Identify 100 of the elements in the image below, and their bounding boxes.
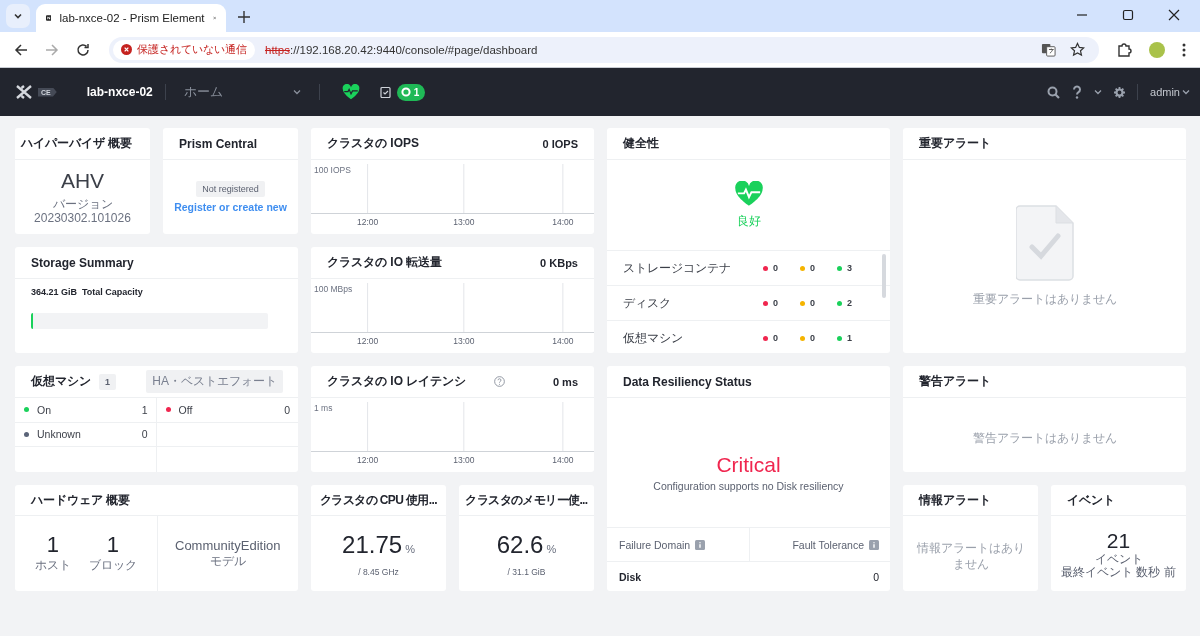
url-text: https://192.168.20.42:9440/console/#page/dashboard (265, 43, 538, 56)
user-menu[interactable]: admin (1150, 86, 1190, 98)
status-count: 3 (847, 263, 852, 273)
info-icon[interactable] (695, 539, 706, 550)
heartbeat-icon (733, 180, 764, 207)
time-label: 14:00 (552, 217, 574, 227)
usage-value: 21.75 (342, 530, 403, 559)
card-title: クラスタの IO レイテンシ (327, 373, 467, 390)
entity-name: ストレージコンテナ (623, 259, 732, 277)
extensions-icon[interactable] (1116, 41, 1132, 58)
card-title: クラスタのメモリー使... (465, 491, 588, 509)
clipboard-check-icon[interactable] (379, 86, 391, 98)
warning-icon (121, 44, 132, 55)
maximize-icon[interactable] (1122, 9, 1134, 21)
usage-total: / 8.45 GHz (358, 566, 399, 577)
info-icon[interactable] (869, 539, 879, 550)
axis-label: 100 MBps (314, 284, 353, 294)
time-label: 12:00 (356, 336, 379, 346)
event-count: 21 (1106, 528, 1131, 553)
stat-label: ブロック (88, 557, 137, 575)
browser-tab[interactable]: lab-nxce-02 - Prism Element (36, 4, 226, 32)
column-header: Fault Tolerance (792, 538, 864, 551)
star-icon[interactable] (1070, 42, 1085, 57)
axis-label: 100 IOPS (314, 165, 351, 175)
chevron-down-icon[interactable] (1094, 88, 1103, 96)
navigation-menu[interactable]: ホーム (177, 83, 307, 101)
current-value: 0 IOPS (542, 137, 578, 150)
card-title: ハイパーバイザ 概要 (21, 135, 133, 152)
card-title: 情報アラート (919, 491, 991, 509)
axis-label: 1 ms (314, 403, 333, 413)
card-title: Storage Summary (31, 255, 134, 270)
vm-count-badge: 1 (99, 373, 116, 390)
settings-icon[interactable] (1114, 86, 1126, 98)
chevron-down-icon (13, 11, 23, 21)
state-label: Unknown (37, 428, 82, 441)
model-name: CommunityEdition (175, 537, 281, 553)
card-title: 重要アラート (919, 135, 991, 152)
hypervisor-name: AHV (60, 168, 105, 193)
stat-label: ホスト (34, 557, 71, 575)
status-count: 1 (847, 333, 852, 343)
back-icon[interactable] (14, 42, 28, 57)
status-count: 0 (810, 333, 815, 343)
document-check-icon (1015, 205, 1074, 281)
health-status: 良好 (736, 212, 761, 230)
security-chip[interactable]: 保護されていない通信 (113, 39, 255, 60)
status-count: 0 (773, 298, 778, 308)
entity-name: 仮想マシン (623, 329, 684, 347)
menu-icon[interactable] (1182, 42, 1186, 57)
last-event-time: 最終イベント 数秒 前 (1061, 565, 1176, 579)
card-title: イベント (1067, 491, 1115, 509)
card-title: 警告アラート (919, 373, 991, 390)
empty-message: 警告アラートはありません (972, 429, 1117, 447)
current-value: 0 KBps (540, 256, 578, 269)
time-label: 13:00 (453, 336, 475, 346)
chevron-down-icon (292, 88, 301, 96)
state-label: On (37, 403, 52, 416)
card-title: クラスタの IOPS (327, 135, 419, 152)
event-label: イベント (1094, 552, 1143, 566)
time-label: 14:00 (552, 336, 574, 346)
status-count: 2 (847, 298, 852, 308)
time-label: 12:00 (356, 217, 379, 227)
state-count: 0 (284, 403, 290, 416)
time-label: 14:00 (552, 455, 574, 465)
heartbeat-icon[interactable] (341, 84, 360, 100)
total-capacity: 364.21 GiB Total Capacity (31, 287, 144, 297)
translate-icon[interactable] (1041, 42, 1056, 57)
status-count: 0 (773, 263, 778, 273)
tab-list-button[interactable] (6, 4, 30, 28)
address-bar[interactable]: 保護されていない通信 https://192.168.20.42:9440/console/#page/dashboard (109, 36, 1099, 63)
usage-value: 62.6 (496, 530, 544, 559)
current-value: 0 ms (552, 375, 578, 388)
card-title: クラスタの IO 転送量 (327, 254, 443, 271)
reload-icon[interactable] (76, 42, 90, 57)
empty-message: 重要アラートはありません (972, 291, 1117, 308)
column-header: Failure Domain (619, 538, 691, 551)
help-icon[interactable] (1072, 85, 1083, 99)
usage-unit: % (546, 542, 557, 555)
card-title: ハードウェア 概要 (31, 491, 131, 509)
status-count: 0 (773, 333, 778, 343)
register-link[interactable]: Register or create new (174, 201, 287, 213)
model-label: モデル (209, 553, 246, 570)
ring-icon (400, 87, 411, 97)
card-title: Data Resiliency Status (623, 374, 752, 389)
scrollbar[interactable] (882, 254, 886, 298)
usage-total: / 31.1 GiB (507, 566, 546, 577)
plus-icon[interactable] (238, 11, 250, 23)
state-label: Off (178, 403, 194, 416)
empty-message: 情報アラートはありません (915, 540, 1026, 573)
status-label: Not registered (196, 181, 265, 197)
usage-unit: % (405, 542, 415, 555)
search-icon[interactable] (1047, 85, 1061, 99)
state-count: 0 (141, 428, 148, 441)
chevron-down-icon (1182, 88, 1190, 96)
card-title: 健全性 (623, 135, 659, 152)
resiliency-message: Configuration supports no Disk resiliency (653, 480, 844, 492)
resiliency-status: Critical (716, 453, 781, 477)
hypervisor-version: バージョン 20230302.101026 (33, 196, 132, 226)
card-title: 仮想マシン (31, 373, 91, 390)
status-count: 0 (810, 298, 815, 308)
entity-name: ディスク (623, 294, 672, 312)
